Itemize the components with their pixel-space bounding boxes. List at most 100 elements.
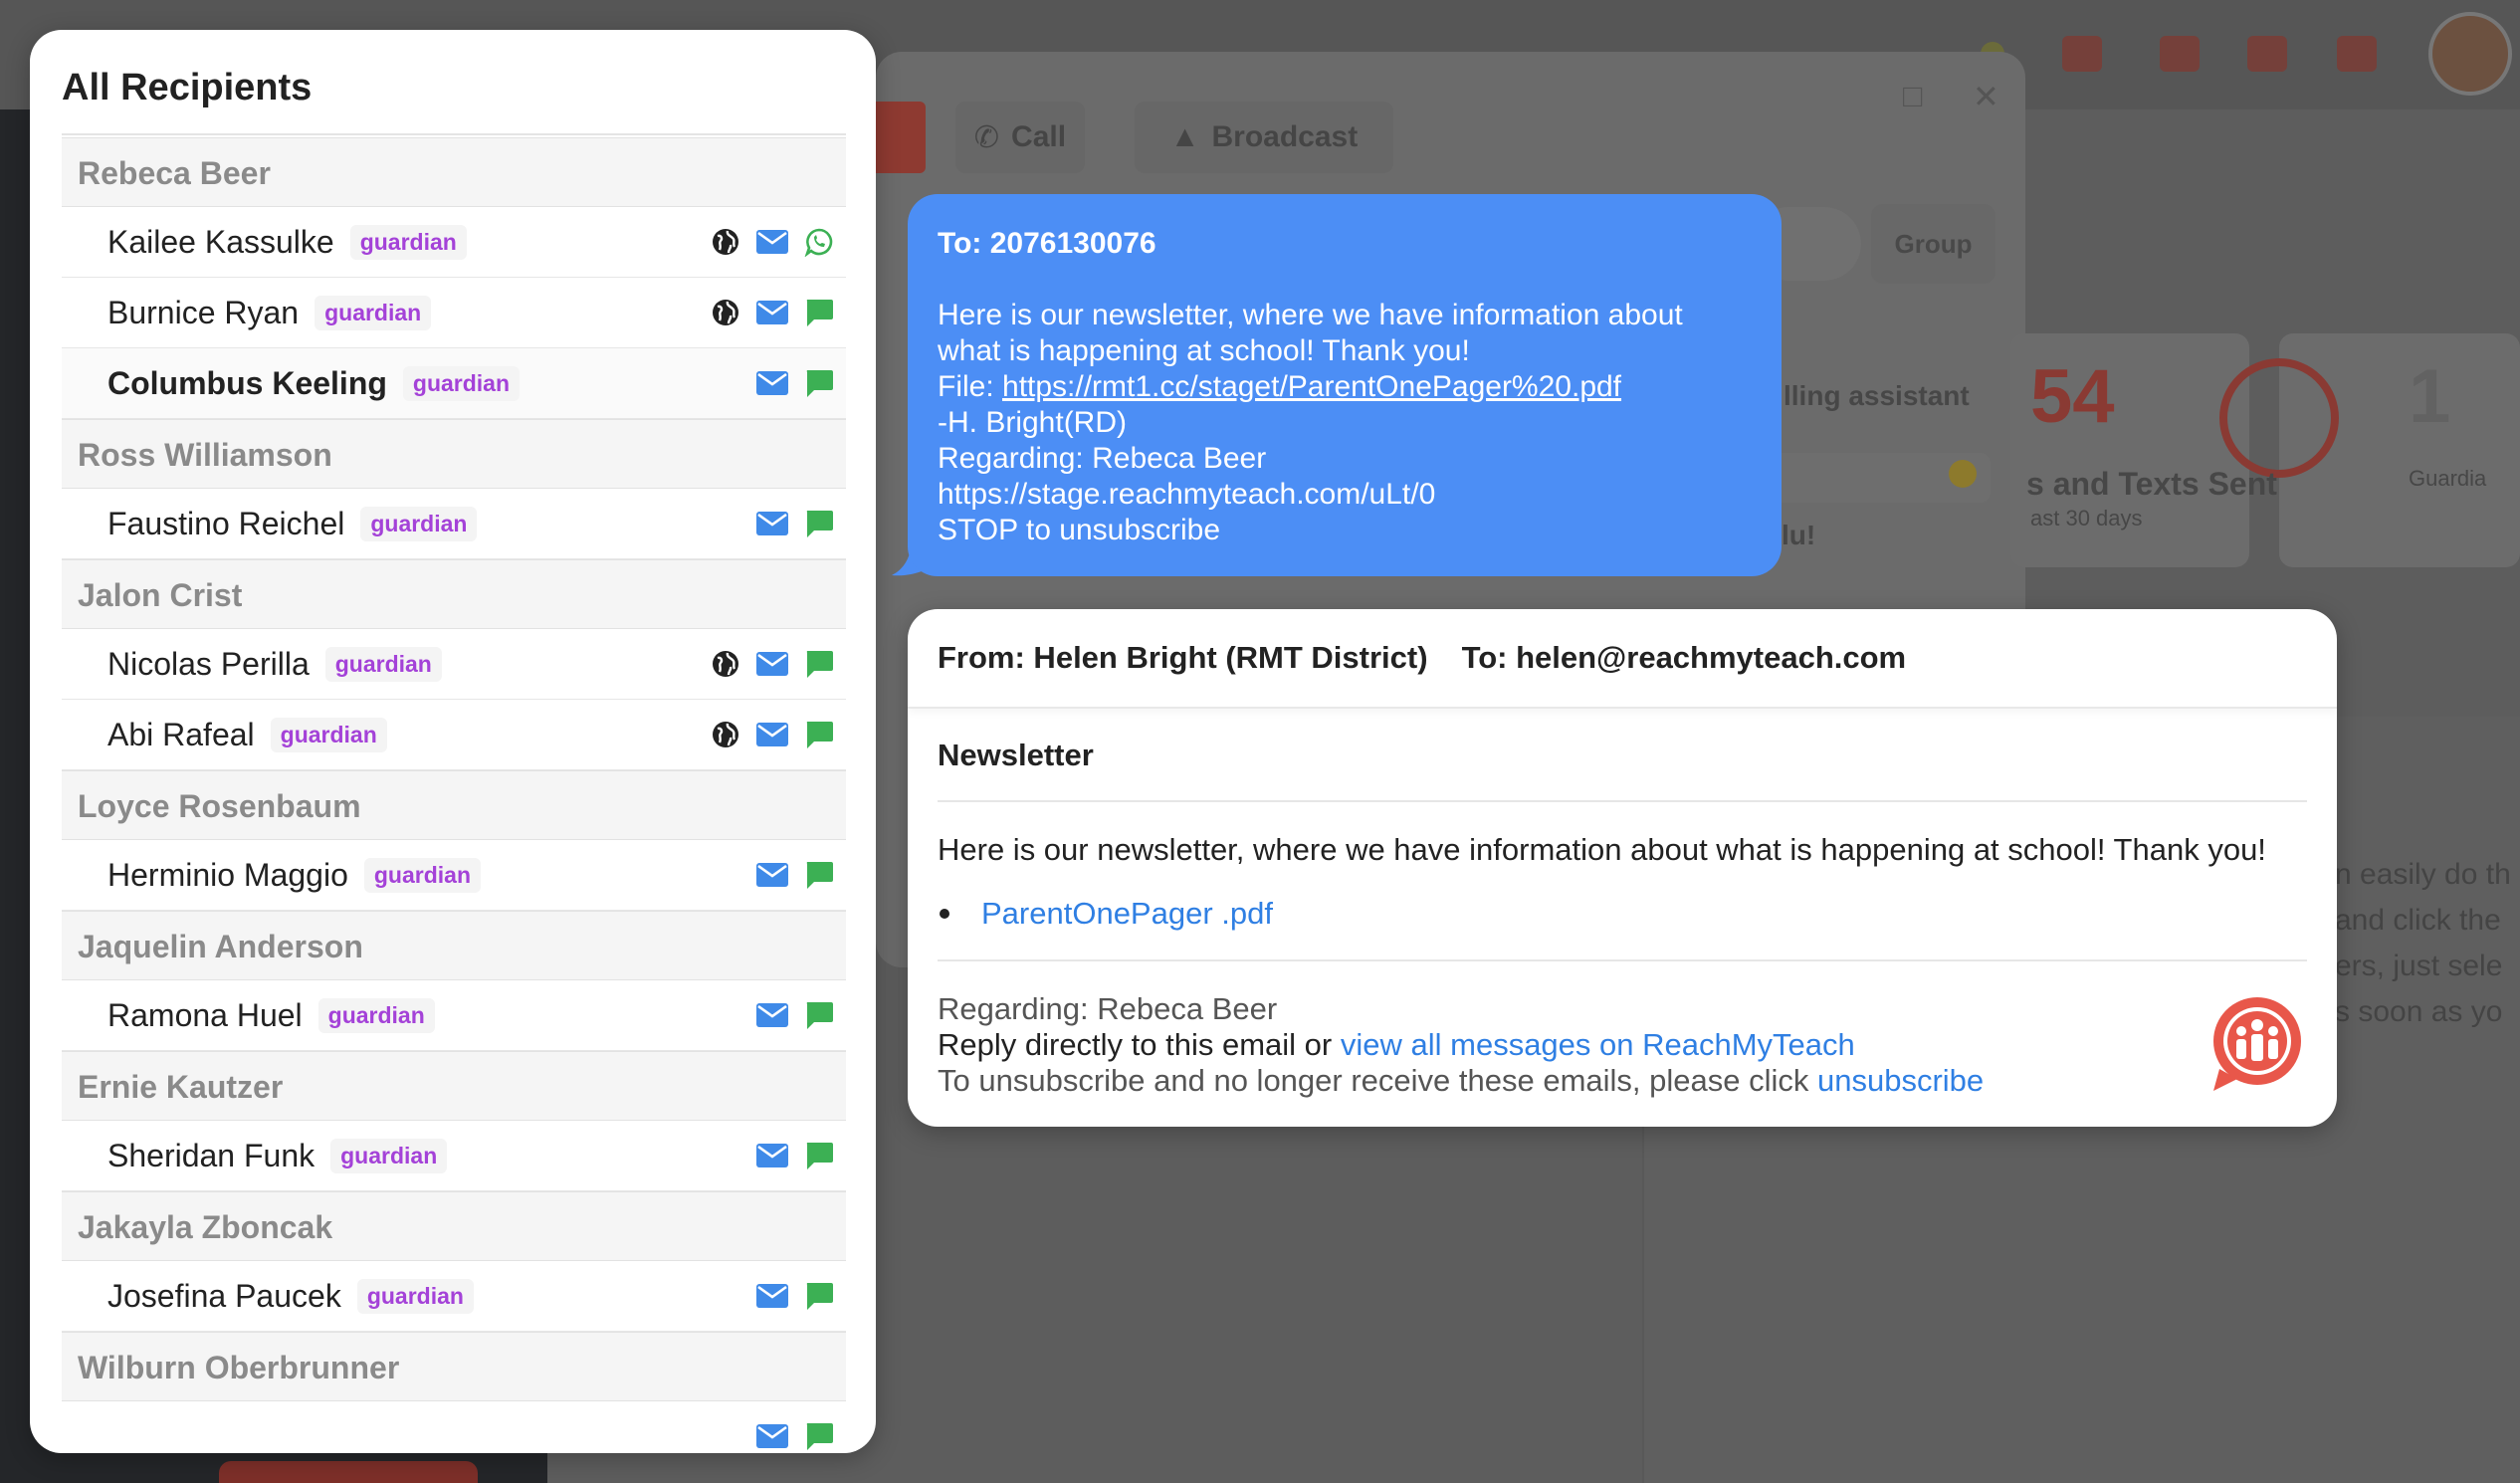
sms-icon[interactable] [804, 368, 834, 398]
recipient-row[interactable] [62, 1401, 846, 1453]
recipient-list[interactable]: Rebeca Beer Kailee Kassulke guardian Burnic… [62, 137, 846, 1453]
bg-help-line: s soon as yo [2335, 995, 2503, 1028]
channel-icons [756, 980, 834, 1050]
email-icon[interactable] [756, 1424, 788, 1448]
bg-red-button [219, 1461, 478, 1483]
bg-stat-sub: ast 30 days [2030, 506, 2143, 530]
role-badge: guardian [330, 1138, 448, 1173]
email-icon[interactable] [756, 1003, 788, 1027]
channel-icons [711, 700, 834, 769]
sms-stop-text: STOP to unsubscribe [938, 514, 1221, 546]
email-subject: Newsletter [938, 709, 2307, 802]
bg-stat-label: s and Texts Sent [2026, 466, 2277, 502]
globe-icon[interactable] [711, 298, 740, 327]
email-footer: Regarding: Rebeca Beer Reply directly to… [938, 959, 2307, 1099]
sms-icon[interactable] [804, 649, 834, 679]
role-badge: guardian [270, 717, 387, 752]
recipient-row[interactable]: Herminio Maggio guardian [62, 840, 846, 911]
reply-line: Reply directly to this email or view all… [938, 1027, 2307, 1063]
email-icon[interactable] [756, 1284, 788, 1308]
sms-icon[interactable] [804, 1421, 834, 1451]
recipient-row[interactable]: Burnice Ryan guardian [62, 278, 846, 348]
recipient-row[interactable]: Nicolas Perilla guardian [62, 629, 846, 700]
sms-icon[interactable] [804, 1000, 834, 1030]
view-messages-link[interactable]: view all messages on ReachMyTeach [1341, 1027, 1855, 1062]
email-from: From: Helen Bright (RMT District) [938, 640, 1428, 675]
sms-body-line: Here is our newsletter, where we have in… [938, 299, 1683, 331]
bg-help-line: and click the [2335, 904, 2501, 937]
recipients-panel: All Recipients Rebeca Beer Kailee Kassulk… [30, 30, 876, 1453]
bg-warning-dot [1949, 460, 1977, 488]
bg-snippet: lu! [1782, 520, 1816, 550]
role-badge: guardian [317, 997, 435, 1033]
recipient-name: Sheridan Funk [107, 1137, 315, 1173]
channel-icons [711, 278, 834, 347]
sms-icon[interactable] [804, 860, 834, 890]
role-badge: guardian [360, 506, 478, 541]
bg-stat-icon [2219, 358, 2339, 478]
email-icon[interactable] [756, 301, 788, 324]
recipient-row[interactable]: Ramona Huel guardian [62, 980, 846, 1051]
bg-stat-label-2: Guardia [2409, 466, 2487, 491]
email-regarding: Regarding: Rebeca Beer [938, 991, 1278, 1026]
sms-icon[interactable] [804, 298, 834, 327]
recipient-row[interactable]: Kailee Kassulke guardian [62, 207, 846, 278]
email-to: To: helen@reachmyteach.com [1461, 640, 1907, 675]
role-badge: guardian [356, 1278, 474, 1314]
channel-icons [756, 489, 834, 558]
unsubscribe-link[interactable]: unsubscribe [1817, 1063, 1984, 1098]
bg-tab-call: ✆ Call [955, 102, 1085, 173]
recipient-row[interactable]: Abi Rafeal guardian [62, 700, 846, 770]
bg-tab-broadcast: ▲ Broadcast [1135, 102, 1393, 173]
recipient-row[interactable]: Columbus Keeling guardian [62, 348, 846, 419]
avatar [2428, 12, 2512, 96]
bullet [940, 909, 949, 919]
sms-signature: -H. Bright(RD) [938, 406, 1128, 439]
bg-stat-value: 54 [2030, 354, 2115, 439]
attachment-link[interactable]: ParentOnePager .pdf [981, 896, 1273, 932]
role-badge: guardian [363, 857, 481, 893]
channel-icons [756, 1261, 834, 1331]
channel-icons [756, 348, 834, 418]
recipient-row[interactable]: Josefina Paucek guardian [62, 1261, 846, 1332]
sms-file-link[interactable]: https://rmt1.cc/staget/ParentOnePager%20… [1002, 370, 1621, 403]
email-body: Newsletter Here is our newsletter, where… [908, 709, 2337, 1099]
recipient-name: Nicolas Perilla [107, 645, 310, 682]
sms-icon[interactable] [804, 1281, 834, 1311]
sms-icon[interactable] [804, 1141, 834, 1170]
globe-icon[interactable] [711, 720, 740, 749]
email-header: From: Helen Bright (RMT District) To: he… [908, 609, 2337, 709]
globe-icon[interactable] [711, 227, 740, 257]
email-icon[interactable] [756, 230, 788, 254]
student-group-header: Ross Williamson [62, 419, 846, 489]
recipient-name: Abi Rafeal [107, 716, 255, 752]
recipient-row[interactable]: Sheridan Funk guardian [62, 1121, 846, 1191]
bg-help-line: ers, just sele [2335, 950, 2503, 982]
email-icon[interactable] [756, 652, 788, 676]
student-group-header: Wilburn Oberbrunner [62, 1332, 846, 1401]
sms-icon[interactable] [804, 720, 834, 749]
attachment-item: ParentOnePager .pdf [938, 896, 2307, 932]
email-icon[interactable] [756, 512, 788, 535]
whatsapp-icon[interactable] [804, 227, 834, 257]
student-group-header: Loyce Rosenbaum [62, 770, 846, 840]
recipient-name: Burnice Ryan [107, 294, 300, 330]
channel-icons [756, 1401, 834, 1453]
role-badge: guardian [315, 295, 432, 330]
bg-close-icon: ✕ [1973, 79, 1999, 114]
recipient-name: Columbus Keeling [107, 364, 387, 401]
email-icon[interactable] [756, 863, 788, 887]
bg-active-tab [876, 102, 926, 173]
bg-help-icon [2337, 36, 2377, 72]
email-icon[interactable] [756, 723, 788, 746]
globe-icon[interactable] [711, 649, 740, 679]
unsubscribe-line: To unsubscribe and no longer receive the… [938, 1063, 2307, 1099]
email-message: Here is our newsletter, where we have in… [938, 832, 2266, 867]
sms-file-line: File: https://rmt1.cc/staget/ParentOnePa… [938, 369, 1752, 405]
sms-icon[interactable] [804, 509, 834, 538]
phone-icon: ✆ [973, 120, 1000, 154]
bg-chart-icon [2247, 36, 2287, 72]
email-icon[interactable] [756, 1144, 788, 1167]
recipient-row[interactable]: Faustino Reichel guardian [62, 489, 846, 559]
email-icon[interactable] [756, 371, 788, 395]
